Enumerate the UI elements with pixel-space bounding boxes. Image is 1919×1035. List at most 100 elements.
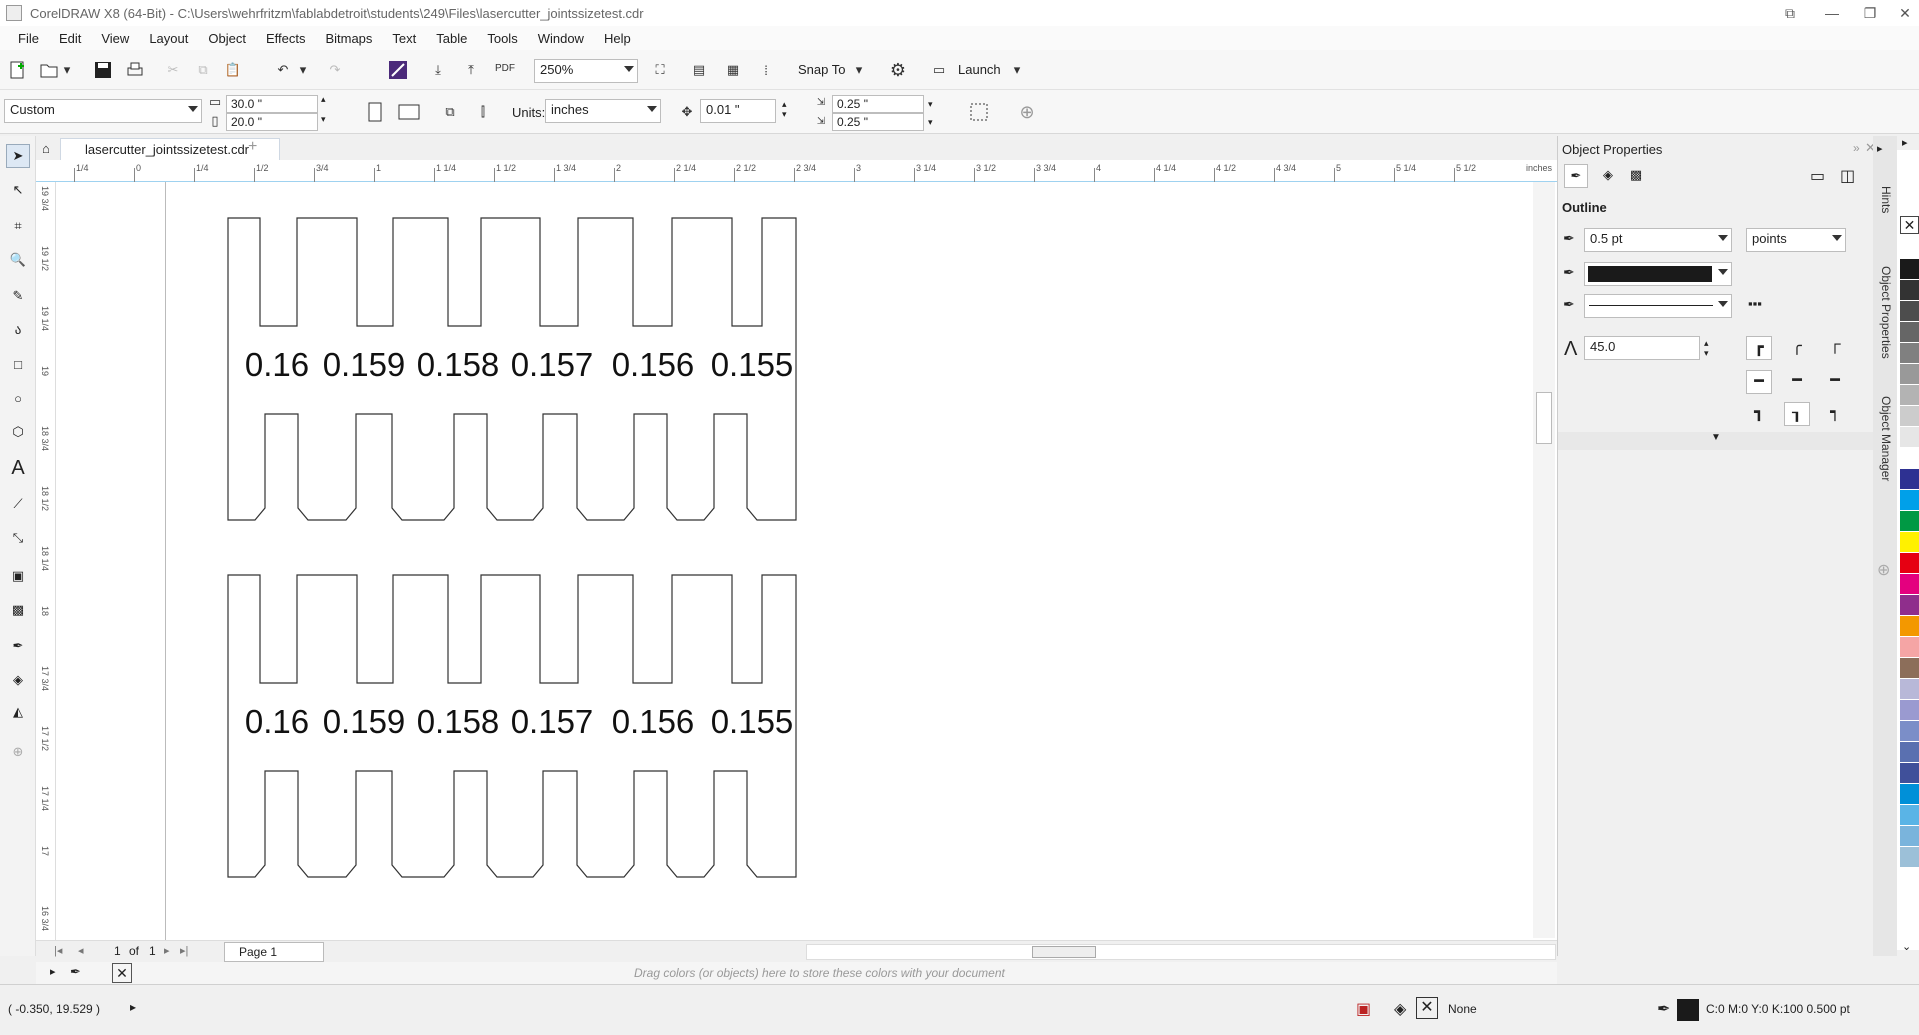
transparency-tool-icon[interactable]: ▩: [6, 598, 30, 622]
first-page-icon[interactable]: |◂: [54, 944, 62, 957]
size-label[interactable]: 0.16: [245, 703, 309, 740]
rectangle-tool-icon[interactable]: □: [6, 352, 30, 376]
connector-tool-icon[interactable]: ⤡: [6, 526, 30, 550]
vertical-scrollbar[interactable]: [1533, 182, 1555, 938]
pick-tool-icon[interactable]: ➤: [6, 144, 30, 168]
palette-swatch[interactable]: [1900, 364, 1919, 384]
save-icon[interactable]: [90, 57, 116, 83]
menu-object[interactable]: Object: [198, 31, 256, 46]
show-guidelines-icon[interactable]: ⁞: [753, 57, 779, 83]
undo-icon[interactable]: ↶: [270, 57, 296, 83]
palette-scroll-up-icon[interactable]: ▸: [1902, 136, 1908, 149]
palette-swatch[interactable]: [1900, 448, 1919, 468]
zoom-to-page-icon[interactable]: ⛶: [647, 57, 673, 83]
palette-swatch[interactable]: [1900, 721, 1919, 741]
palette-swatch[interactable]: [1900, 343, 1919, 363]
show-grid-icon[interactable]: ▦: [720, 57, 746, 83]
bevel-corner-icon[interactable]: ┌: [1822, 336, 1848, 360]
docker-add-icon[interactable]: ⊕: [1877, 560, 1890, 580]
panel-option2-icon[interactable]: ◫: [1840, 166, 1855, 186]
hints-tab[interactable]: Hints: [1879, 186, 1893, 213]
launch-icon[interactable]: ▭: [926, 57, 952, 83]
no-fill-swatch[interactable]: ✕: [1900, 216, 1919, 234]
new-tab-icon[interactable]: +: [248, 138, 257, 156]
all-pages-icon[interactable]: ⧉: [437, 99, 463, 125]
launch-label[interactable]: Launch: [958, 62, 1001, 77]
menu-view[interactable]: View: [91, 31, 139, 46]
panel-expand-icon[interactable]: ▼: [1558, 432, 1874, 450]
smart-fill-icon[interactable]: ◭: [6, 700, 30, 724]
butt-cap-icon[interactable]: ━: [1746, 370, 1772, 394]
palette-swatch[interactable]: [1900, 490, 1919, 510]
palette-swatch[interactable]: [1900, 700, 1919, 720]
palette-swatch[interactable]: [1900, 784, 1919, 804]
outline-width-field[interactable]: 0.5 pt: [1584, 228, 1732, 252]
palette-swatch[interactable]: [1900, 805, 1919, 825]
inside-outline-icon[interactable]: ┑: [1822, 402, 1848, 426]
open-icon[interactable]: [36, 57, 62, 83]
palette-swatch[interactable]: [1900, 742, 1919, 762]
no-color-icon[interactable]: ✕: [112, 963, 132, 983]
undo-dropdown-icon[interactable]: ▾: [296, 57, 310, 83]
palette-swatch[interactable]: [1900, 322, 1919, 342]
panel-option-icon[interactable]: ▭: [1810, 166, 1825, 186]
open-dropdown-icon[interactable]: ▾: [60, 57, 74, 83]
round-corner-icon[interactable]: ╭: [1784, 336, 1810, 360]
status-arrow-icon[interactable]: ▸: [130, 1000, 136, 1014]
duplicate-x-field[interactable]: 0.25 ": [832, 95, 924, 113]
miter-corner-icon[interactable]: ┏: [1746, 336, 1772, 360]
size-label[interactable]: 0.155: [711, 346, 794, 383]
help-icon[interactable]: ⧉: [1775, 3, 1805, 23]
restore-button[interactable]: ❐: [1855, 3, 1885, 23]
palette-swatch[interactable]: [1900, 406, 1919, 426]
size-label[interactable]: 0.157: [511, 703, 594, 740]
page-height-spinner-icon[interactable]: ▾: [321, 114, 326, 125]
palette-swatch[interactable]: [1900, 679, 1919, 699]
object-manager-tab[interactable]: Object Manager: [1879, 396, 1893, 481]
outline-units-dropdown-icon[interactable]: [1832, 235, 1842, 241]
snap-to-label[interactable]: Snap To: [798, 62, 845, 77]
cut-icon[interactable]: ✂: [160, 57, 186, 83]
outside-outline-icon[interactable]: ┓: [1746, 402, 1772, 426]
palette-swatch[interactable]: [1900, 511, 1919, 531]
outline-units-field[interactable]: points: [1746, 228, 1846, 252]
menu-layout[interactable]: Layout: [139, 31, 198, 46]
size-label[interactable]: 0.156: [612, 346, 695, 383]
dimension-tool-icon[interactable]: ⟋: [6, 492, 30, 516]
miter-limit-field[interactable]: 45.0: [1584, 336, 1700, 360]
freehand-tool-icon[interactable]: ✎: [6, 284, 30, 308]
page-width-spinner-icon[interactable]: ▴: [321, 94, 326, 105]
palette-swatch[interactable]: [1900, 616, 1919, 636]
launch-dropdown-icon[interactable]: ▾: [1010, 57, 1024, 83]
square-cap-icon[interactable]: ━: [1822, 370, 1848, 394]
size-label[interactable]: 0.155: [711, 703, 794, 740]
redo-icon[interactable]: ↷: [322, 57, 348, 83]
options-gear-icon[interactable]: ⚙: [885, 57, 911, 83]
page-height-field[interactable]: 20.0 ": [226, 113, 318, 131]
line-style-select[interactable]: [1584, 294, 1732, 318]
interactive-fill-icon[interactable]: ◈: [6, 668, 30, 692]
palette-swatch[interactable]: [1900, 469, 1919, 489]
palette-swatch[interactable]: [1900, 574, 1919, 594]
horizontal-scroll-thumb[interactable]: [1032, 946, 1096, 958]
text-tool-icon[interactable]: A: [6, 456, 30, 480]
menu-effects[interactable]: Effects: [256, 31, 316, 46]
panel-collapse-icon[interactable]: »: [1853, 141, 1860, 155]
zoom-level-field[interactable]: 250%: [534, 59, 638, 83]
outline-tab-icon[interactable]: ✒: [1564, 164, 1588, 188]
docker-arrow-icon[interactable]: ▸: [1877, 142, 1883, 155]
menu-bitmaps[interactable]: Bitmaps: [315, 31, 382, 46]
centered-outline-icon[interactable]: ┒: [1784, 402, 1810, 426]
menu-tools[interactable]: Tools: [477, 31, 527, 46]
nudge-distance-field[interactable]: 0.01 ": [700, 99, 776, 123]
round-cap-icon[interactable]: ━: [1784, 370, 1810, 394]
palette-swatch[interactable]: [1900, 385, 1919, 405]
miter-spinner-icon[interactable]: ▴ ▾: [1704, 338, 1709, 358]
close-button[interactable]: ✕: [1890, 3, 1919, 23]
units-select[interactable]: inches: [545, 99, 661, 123]
landscape-icon[interactable]: [396, 99, 422, 125]
transparency-tab-icon[interactable]: ▩: [1624, 164, 1648, 188]
publish-pdf-icon[interactable]: PDF: [492, 55, 518, 81]
palette-swatch[interactable]: [1900, 532, 1919, 552]
palette-swatch[interactable]: [1900, 637, 1919, 657]
